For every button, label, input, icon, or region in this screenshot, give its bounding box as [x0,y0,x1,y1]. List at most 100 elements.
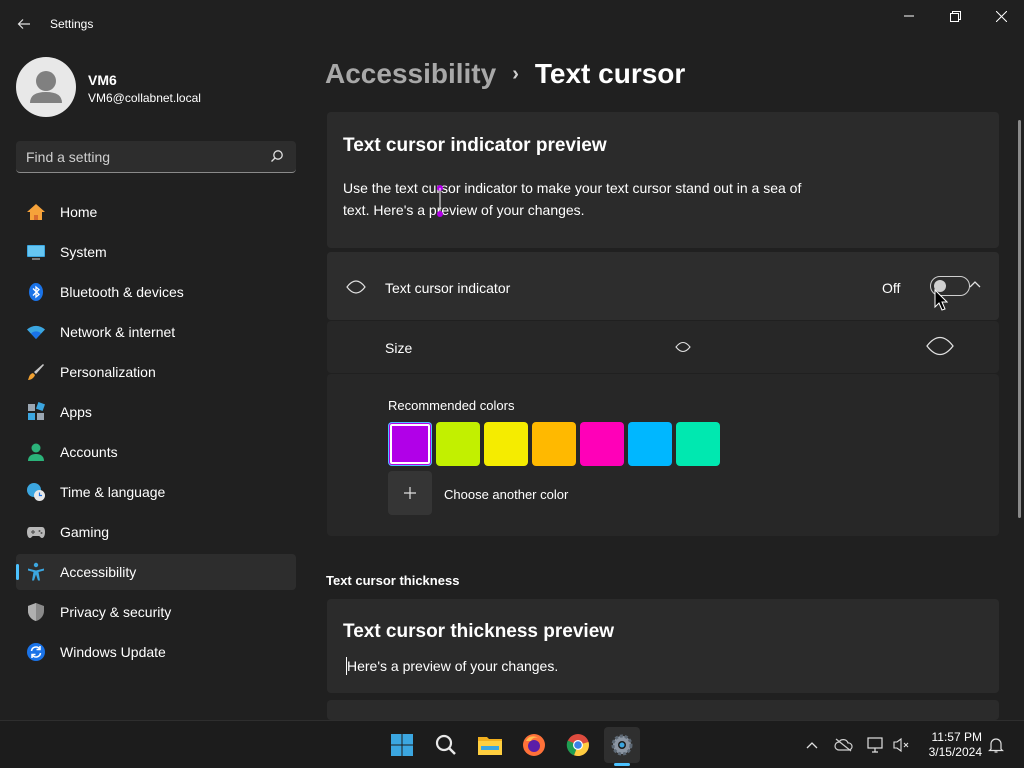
start-icon [391,734,413,756]
thickness-card-title: Text cursor thickness preview [343,621,615,642]
sidebar-item-personalization[interactable]: Personalization [16,354,296,390]
sidebar: VM6 VM6@collabnet.local Home System Blue… [0,48,312,720]
size-setting-row: Size [327,321,999,373]
preview-card-description: Use the text cursor indicator to make yo… [343,180,802,218]
small-cursor-icon [675,341,691,353]
thickness-preview-card: Text cursor thickness preview Here's a p… [327,599,999,693]
color-swatch-pink[interactable] [580,422,624,466]
volume-tray-button[interactable] [892,735,912,755]
cursor-indicator-icon [346,280,366,294]
sidebar-item-label: Time & language [60,484,166,500]
taskbar-search-button[interactable] [428,727,464,763]
sidebar-item-bluetooth[interactable]: Bluetooth & devices [16,274,296,310]
app-title: Settings [50,17,94,31]
sidebar-item-privacy[interactable]: Privacy & security [16,594,296,630]
breadcrumb-parent[interactable]: Accessibility [325,58,496,90]
nav-list: Home System Bluetooth & devices Network … [16,194,296,674]
user-name: VM6 [88,72,117,88]
plus-icon [404,487,416,499]
sidebar-item-time-language[interactable]: Time & language [16,474,296,510]
start-button[interactable] [384,727,420,763]
sidebar-item-network[interactable]: Network & internet [16,314,296,350]
preview-card-title: Text cursor indicator preview [343,135,607,156]
wifi-icon [27,325,45,339]
chrome-button[interactable] [560,727,596,763]
settings-app-button[interactable] [604,727,640,763]
bell-icon [988,738,1004,753]
search-input[interactable] [26,141,256,172]
network-tray-button[interactable] [866,735,886,755]
user-email: VM6@collabnet.local [88,91,201,105]
onedrive-tray-button[interactable] [834,735,854,755]
color-swatch-lime[interactable] [436,422,480,466]
file-explorer-icon [478,737,502,755]
close-icon [995,10,1007,22]
close-button[interactable] [978,0,1024,32]
recommended-colors-heading: Recommended colors [388,398,515,413]
clock-time: 11:57 PM [931,730,982,744]
settings-icon [611,734,633,756]
color-swatch-orange[interactable] [532,422,576,466]
sidebar-item-label: System [60,244,107,260]
sidebar-item-label: Accessibility [60,564,137,580]
search-box[interactable] [16,141,296,173]
sidebar-item-system[interactable]: System [16,234,296,270]
show-hidden-icons-button[interactable] [802,735,822,755]
accessibility-icon [28,562,44,581]
avatar[interactable] [16,57,76,117]
back-arrow-icon [17,19,30,29]
minimize-icon [904,15,914,17]
shield-icon [28,603,44,621]
minimize-button[interactable] [886,0,932,32]
cloud-offline-icon [834,738,853,752]
indicator-state-text: Off [882,280,901,296]
sidebar-item-accessibility[interactable]: Accessibility [16,554,296,590]
thickness-cursor-preview [346,657,347,675]
search-icon [435,734,456,755]
brush-icon [28,364,44,380]
firefox-button[interactable] [516,727,552,763]
restore-icon [949,10,961,22]
chevron-up-icon[interactable] [969,280,981,288]
search-icon[interactable] [270,149,284,163]
indicator-preview-card: Text cursor indicator preview Use the te… [327,112,999,248]
notifications-button[interactable] [986,735,1006,755]
color-swatch-teal[interactable] [676,422,720,466]
color-swatch-yellow[interactable] [484,422,528,466]
active-app-indicator [614,763,630,766]
firefox-icon [523,734,545,756]
sidebar-item-label: Privacy & security [60,604,172,620]
network-wired-icon [867,737,883,753]
clock[interactable]: 11:57 PM 3/15/2024 [920,730,982,760]
scrollbar[interactable] [1018,120,1021,518]
sidebar-item-label: Bluetooth & devices [60,284,184,300]
sidebar-item-windows-update[interactable]: Windows Update [16,634,296,670]
title-bar: Settings [0,0,1024,48]
size-label: Size [385,340,413,356]
main-content: Accessibility › Text cursor Text cursor … [312,48,1024,720]
globe-clock-icon [27,483,45,501]
bluetooth-icon [29,283,43,301]
color-swatch-purple[interactable] [388,422,432,466]
home-icon [27,204,45,220]
sidebar-item-accounts[interactable]: Accounts [16,434,296,470]
system-icon [27,245,45,260]
choose-color-button[interactable] [388,471,432,515]
taskbar: 11:57 PM 3/15/2024 [0,720,1024,768]
breadcrumb-separator: › [512,62,519,85]
clock-date: 3/15/2024 [928,745,982,759]
file-explorer-button[interactable] [472,727,508,763]
sidebar-item-apps[interactable]: Apps [16,394,296,430]
restore-button[interactable] [932,0,978,32]
color-swatch-blue[interactable] [628,422,672,466]
sidebar-item-gaming[interactable]: Gaming [16,514,296,550]
choose-color-label[interactable]: Choose another color [444,487,568,502]
sidebar-item-label: Windows Update [60,644,166,660]
text-cursor-indicator-preview-icon [437,185,443,217]
apps-icon [28,402,45,420]
indicator-setting-row[interactable]: Text cursor indicator Off [327,252,999,320]
back-button[interactable] [10,10,38,38]
sidebar-item-home[interactable]: Home [16,194,296,230]
thickness-card-description: Here's a preview of your changes. [347,658,559,674]
sidebar-item-label: Personalization [60,364,156,380]
